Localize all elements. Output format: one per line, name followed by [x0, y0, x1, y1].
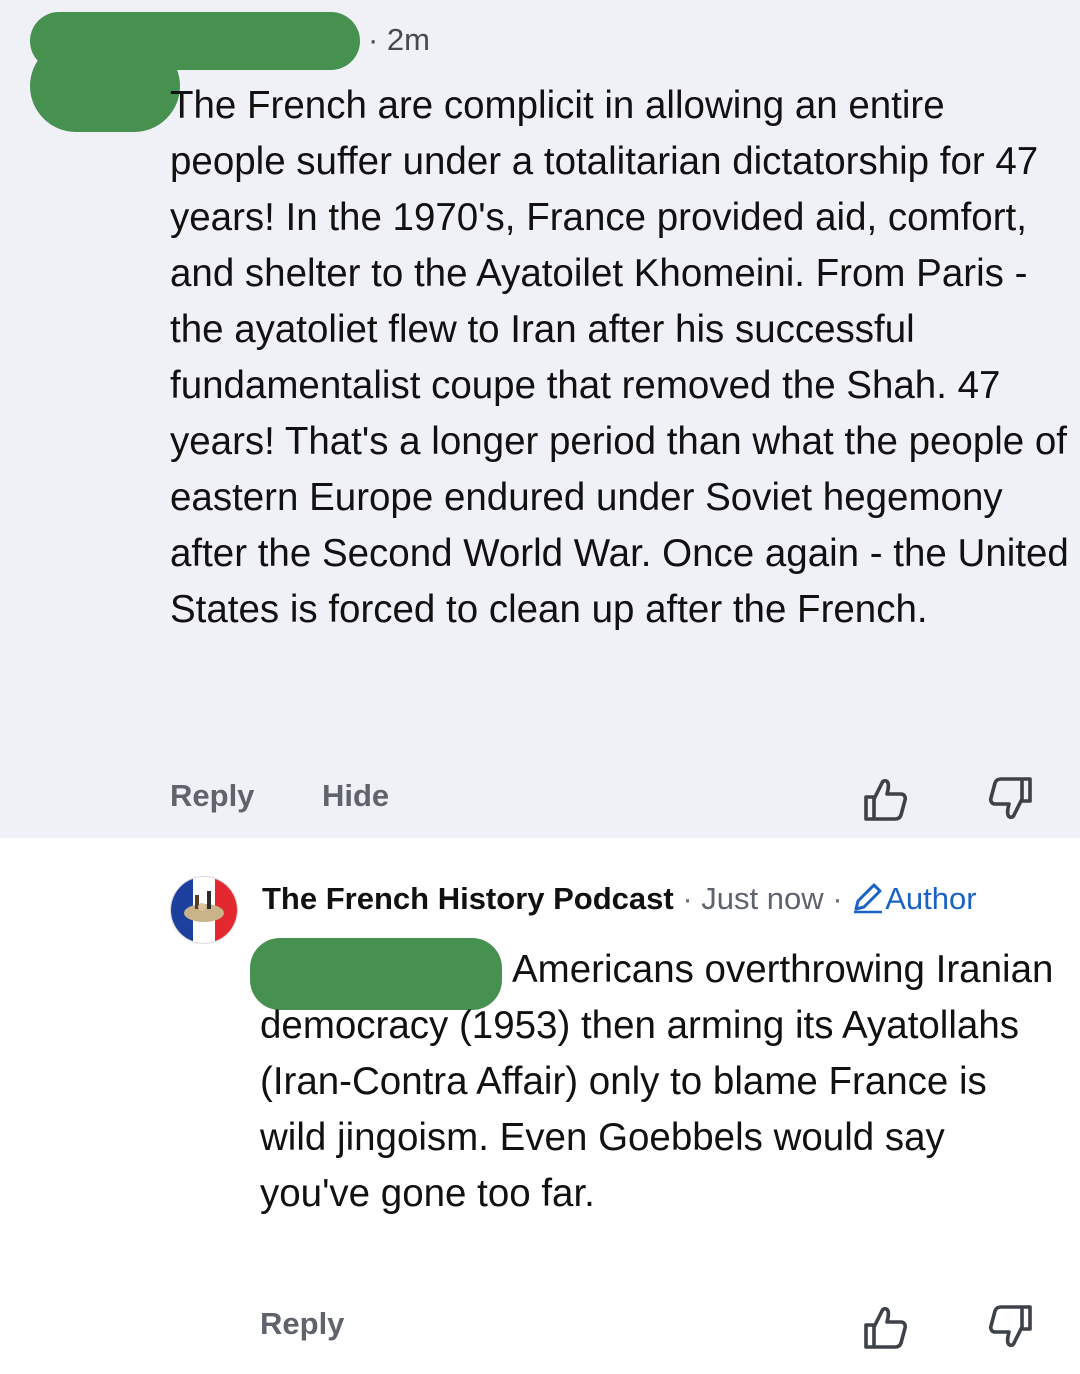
separator: · [682, 881, 693, 916]
author-name[interactable]: The French History Podcast [262, 881, 674, 916]
thumbs-up-icon[interactable] [860, 774, 910, 824]
author-badge: Author [851, 881, 977, 916]
reply-text: Americans overthrowing Iranian democracy… [260, 948, 1054, 1215]
comment-time: · 2m [368, 22, 430, 57]
comment-text: The French are complicit in allowing an … [170, 84, 1069, 631]
separator: · [832, 881, 843, 916]
thumbs-up-icon[interactable] [860, 1302, 910, 1352]
hide-button[interactable]: Hide [322, 778, 389, 814]
author-badge-label: Author [885, 881, 977, 916]
reply-button[interactable]: Reply [260, 1306, 344, 1342]
pencil-icon [854, 883, 883, 914]
thumbs-down-icon[interactable] [986, 774, 1036, 824]
comment-meta: The French History Podcast · Just now · … [262, 880, 977, 917]
redacted-avatar [30, 40, 180, 132]
thumbs-down-icon[interactable] [986, 1302, 1036, 1352]
reply-button[interactable]: Reply [170, 778, 254, 814]
french-flag-avatar[interactable] [170, 876, 238, 944]
comment-time: Just now [701, 881, 824, 916]
